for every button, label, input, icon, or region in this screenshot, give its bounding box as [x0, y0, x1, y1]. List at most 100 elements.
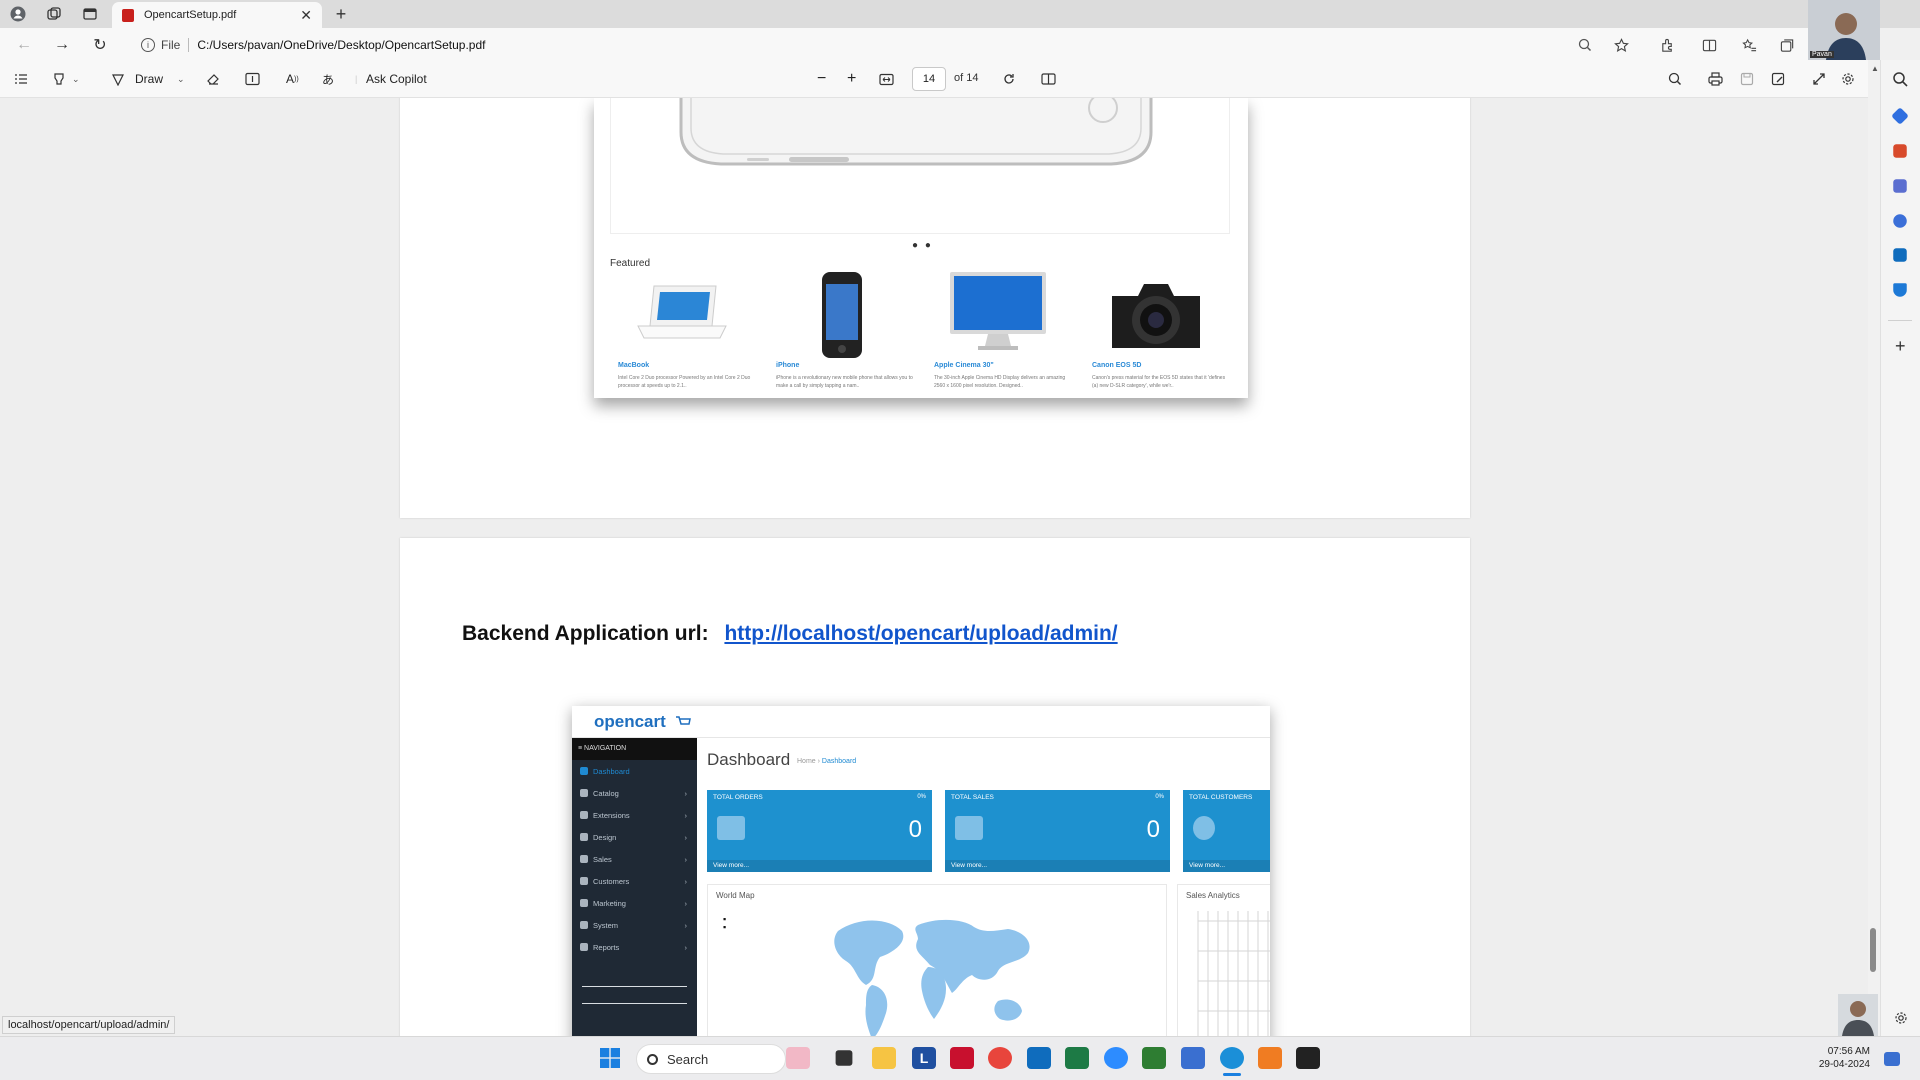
sidebar-games-icon[interactable] — [1893, 179, 1907, 193]
draw-button[interactable]: Draw ⌄ — [111, 67, 185, 91]
read-aloud-icon[interactable]: A)) — [286, 67, 299, 91]
product-card: Canon EOS 5D Canon's press material for … — [1084, 268, 1234, 398]
file-explorer-icon[interactable] — [872, 1047, 896, 1069]
admin-sidebar: ≡ NAVIGATION Dashboard Catalog › Extensio… — [572, 738, 697, 1036]
opencart-logo: opencart — [594, 712, 666, 731]
copilot-taskbar-icon[interactable] — [1884, 1052, 1900, 1066]
workspaces-icon[interactable] — [43, 3, 65, 25]
info-icon[interactable]: i — [141, 38, 155, 52]
favorite-star-icon[interactable] — [1609, 33, 1633, 57]
sidebar-settings-icon[interactable] — [1894, 1011, 1908, 1025]
address-bar[interactable]: i File C:/Users/pavan/OneDrive/Desktop/O… — [130, 32, 1640, 58]
zoom-app-icon[interactable] — [1104, 1047, 1128, 1069]
nav-item-customers: Customers › — [572, 870, 697, 892]
tab-actions-icon[interactable] — [79, 3, 101, 25]
zoom-icon[interactable] — [1573, 33, 1597, 57]
draw-label: Draw — [135, 72, 164, 86]
scrollbar-thumb[interactable] — [1870, 928, 1876, 972]
extensions-icon[interactable] — [1655, 33, 1679, 57]
zoom-out-icon[interactable]: − — [817, 67, 826, 91]
eraser-icon[interactable] — [206, 67, 220, 91]
mcafee-icon[interactable] — [950, 1047, 974, 1069]
webcam-overlay: Pavan — [1808, 0, 1880, 60]
nav-item-design: Design › — [572, 826, 697, 848]
nav-item-sales: Sales › — [572, 848, 697, 870]
tab-opencartsetup[interactable]: OpencartSetup.pdf ✕ — [112, 2, 322, 28]
sidebar-outlook-icon[interactable] — [1893, 248, 1907, 262]
nav-item-catalog: Catalog › — [572, 782, 697, 804]
product-description: Canon's press material for the EOS 5D st… — [1092, 375, 1226, 389]
windows-start-icon[interactable] — [600, 1048, 620, 1068]
find-icon[interactable] — [1668, 67, 1682, 91]
profile-icon[interactable] — [7, 3, 29, 25]
sidebar-add-icon[interactable]: + — [1895, 336, 1906, 357]
vertical-scrollbar[interactable] — [1868, 60, 1880, 1036]
notepad-icon[interactable] — [1181, 1047, 1205, 1069]
save-as-icon[interactable] — [1771, 67, 1785, 91]
sales-analytics-panel: Sales Analytics — [1177, 884, 1270, 1036]
xampp-icon[interactable] — [1258, 1047, 1282, 1069]
product-card: Apple Cinema 30" The 30-inch Apple Cinem… — [926, 268, 1076, 398]
save-icon[interactable] — [1740, 67, 1754, 91]
translate-icon[interactable]: あ — [322, 67, 334, 91]
back-icon[interactable]: ← — [12, 33, 36, 57]
apple-cinema-image — [950, 272, 1046, 350]
sidebar-drop-icon[interactable] — [1893, 283, 1907, 297]
taskbar-clock[interactable]: 07:56 AM 29-04-2024 — [1790, 1045, 1870, 1071]
nav-item-dashboard: Dashboard — [572, 760, 697, 782]
active-app-indicator — [1223, 1073, 1241, 1076]
edge-icon[interactable] — [1220, 1047, 1244, 1069]
print-icon[interactable] — [1708, 67, 1723, 91]
cart-icon — [717, 816, 745, 840]
fullscreen-icon[interactable] — [1812, 67, 1826, 91]
l-app-icon[interactable]: L — [912, 1047, 936, 1069]
contents-icon[interactable] — [14, 67, 28, 91]
highlight-icon[interactable]: ⌄ — [52, 67, 80, 91]
page-total-label: of 14 — [954, 72, 979, 84]
favorites-icon[interactable] — [1737, 33, 1761, 57]
world-map-panel: World Map ▪ ▪ — [707, 884, 1167, 1036]
refresh-icon[interactable]: ↻ — [88, 33, 112, 57]
split-screen-icon[interactable] — [1697, 33, 1721, 57]
sales-analytics-grid — [1197, 911, 1270, 1036]
product-card: iPhone iPhone is a revolutionary new mob… — [768, 268, 918, 398]
address-url[interactable]: C:/Users/pavan/OneDrive/Desktop/Opencart… — [197, 38, 485, 52]
pdf-viewer[interactable]: ● ● Featured MacBook Intel Core 2 Duo pr… — [0, 98, 1880, 1036]
nav-item-marketing: Marketing › — [572, 892, 697, 914]
ask-copilot-button[interactable]: Ask Copilot — [366, 67, 427, 91]
sidebar-toolbox-icon[interactable] — [1893, 144, 1907, 158]
page-view-icon[interactable] — [1041, 67, 1056, 91]
outlook-icon[interactable] — [1027, 1047, 1051, 1069]
add-text-icon[interactable] — [245, 67, 260, 91]
new-tab-button[interactable]: + — [330, 3, 352, 25]
spreadsheet-app-icon[interactable] — [1142, 1047, 1166, 1069]
heading-label: Backend Application url: — [462, 622, 709, 645]
page-number-input[interactable]: 14 — [912, 67, 946, 91]
address-scheme: File — [161, 38, 181, 52]
carousel-dots: ● ● — [912, 240, 933, 251]
rotate-icon[interactable] — [1002, 67, 1016, 91]
total-customers-tile: TOTAL CUSTOMERS View more... — [1183, 790, 1270, 872]
admin-url-link[interactable]: http://localhost/opencart/upload/admin/ — [724, 622, 1117, 645]
task-view-icon[interactable] — [835, 1050, 853, 1066]
taskbar-search[interactable]: Search — [636, 1044, 786, 1074]
canon-camera-image — [1112, 284, 1200, 348]
edge-sidebar — [1880, 60, 1920, 1036]
taskbar-widget-icon[interactable] — [786, 1047, 810, 1069]
close-tab-icon[interactable]: ✕ — [300, 7, 312, 24]
admin-dashboard-screenshot: opencart ≡ NAVIGATION Dashboard Catalog ›… — [572, 706, 1270, 1036]
scroll-up-icon[interactable]: ▲ — [1871, 64, 1879, 73]
settings-gear-icon[interactable] — [1841, 67, 1855, 91]
fit-page-icon[interactable] — [879, 67, 894, 91]
terminal-icon[interactable] — [1296, 1047, 1320, 1069]
clock-date: 29-04-2024 — [1818, 1059, 1870, 1070]
presenter-webcam — [1838, 994, 1878, 1036]
sidebar-microsoft365-icon[interactable] — [1893, 214, 1907, 228]
forward-icon[interactable]: → — [50, 33, 74, 57]
excel-icon[interactable] — [1065, 1047, 1089, 1069]
collections-icon[interactable] — [1775, 33, 1799, 57]
sidebar-search-icon[interactable] — [1891, 70, 1909, 88]
zoom-in-icon[interactable]: + — [847, 67, 856, 91]
chrome-icon[interactable] — [988, 1047, 1012, 1069]
backend-url-heading: Backend Application url: http://localhos… — [462, 622, 1118, 646]
